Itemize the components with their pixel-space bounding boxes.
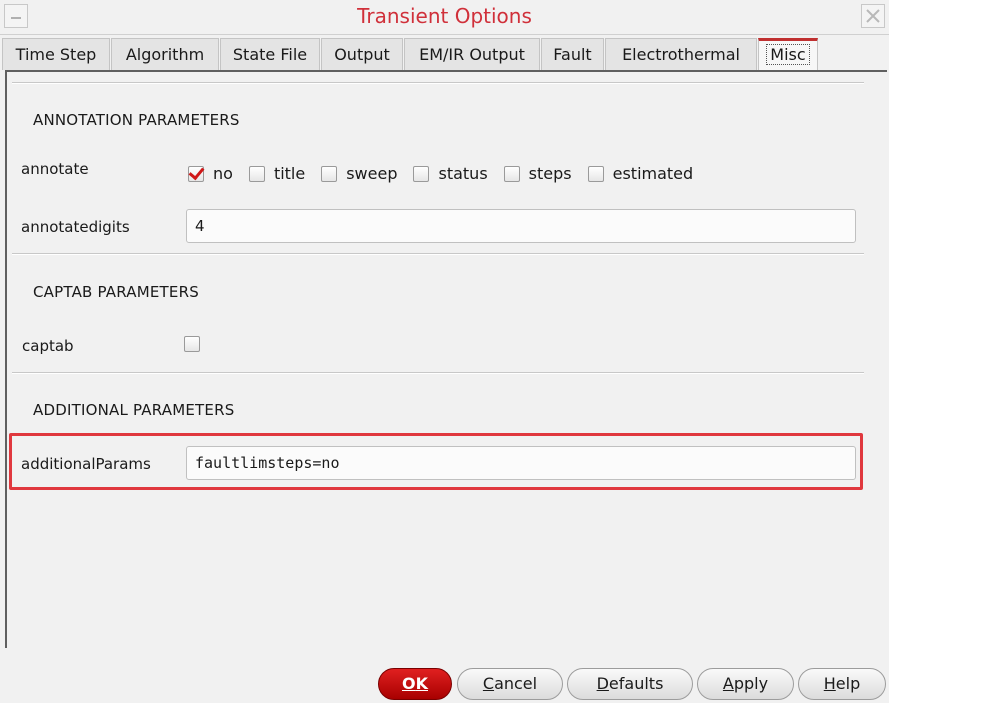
help-button[interactable]: Help	[798, 668, 886, 700]
annotate-options: no title sweep status steps estimated	[188, 164, 709, 183]
apply-button[interactable]: Apply	[697, 668, 794, 700]
annotate-status-label: status	[438, 164, 488, 183]
apply-label-rest: pply	[733, 674, 769, 693]
annotate-title-label: title	[273, 164, 306, 183]
ok-button[interactable]: OK	[378, 668, 452, 700]
captab-label: captab	[22, 337, 74, 355]
tab-electrothermal[interactable]: Electrothermal	[605, 38, 757, 70]
annotatedigits-input[interactable]: 4	[186, 209, 856, 243]
window-title: Transient Options	[357, 4, 532, 28]
annotate-no-checkbox[interactable]	[188, 165, 204, 182]
annotate-no-label: no	[213, 164, 233, 183]
captab-section-title: CAPTAB PARAMETERS	[33, 283, 199, 301]
annotate-steps-label: steps	[528, 164, 572, 183]
tab-state-file[interactable]: State File	[220, 38, 320, 70]
annotate-estimated-label: estimated	[612, 164, 694, 183]
close-icon	[866, 9, 880, 23]
annotate-sweep-checkbox[interactable]	[321, 165, 338, 182]
cancel-label-rest: ancel	[494, 674, 538, 693]
apply-mnemonic: A	[722, 674, 734, 693]
defaults-mnemonic: D	[596, 674, 609, 693]
annotatedigits-label: annotatedigits	[21, 218, 130, 236]
annotate-sweep-label: sweep	[346, 164, 398, 183]
tab-fault[interactable]: Fault	[541, 38, 604, 70]
tab-bar: Time Step Algorithm State File Output EM…	[0, 38, 889, 71]
additional-params-label: additionalParams	[21, 455, 151, 473]
additional-section-title: ADDITIONAL PARAMETERS	[33, 401, 235, 419]
annotate-status-checkbox[interactable]	[413, 165, 430, 182]
defaults-button[interactable]: Defaults	[567, 668, 693, 700]
cancel-button[interactable]: Cancel	[457, 668, 563, 700]
annotate-estimated-checkbox[interactable]	[587, 165, 604, 182]
transient-options-dialog: Transient Options Time Step Algorithm St…	[0, 0, 889, 703]
tab-em-ir-output[interactable]: EM/IR Output	[404, 38, 540, 70]
tab-output[interactable]: Output	[321, 38, 403, 70]
ok-mnemonic: O	[401, 674, 416, 693]
help-mnemonic: H	[823, 674, 836, 693]
separator	[12, 82, 864, 84]
annotate-label: annotate	[21, 160, 89, 178]
misc-panel	[5, 70, 887, 648]
additional-params-input[interactable]: faultlimsteps=no	[186, 446, 856, 480]
captab-checkbox[interactable]	[184, 336, 200, 352]
separator	[12, 253, 864, 255]
cancel-mnemonic: C	[482, 674, 495, 693]
separator	[12, 372, 864, 374]
title-bar: Transient Options	[0, 0, 889, 35]
annotate-title-checkbox[interactable]	[248, 165, 265, 182]
tab-misc-label: Misc	[766, 44, 810, 65]
tab-misc[interactable]: Misc	[758, 38, 818, 70]
tab-time-step[interactable]: Time Step	[2, 38, 110, 70]
tab-algorithm[interactable]: Algorithm	[111, 38, 219, 70]
annotate-steps-checkbox[interactable]	[503, 165, 520, 182]
annotation-section-title: ANNOTATION PARAMETERS	[33, 111, 240, 129]
defaults-label-rest: efaults	[608, 674, 664, 693]
help-label-rest: elp	[835, 674, 861, 693]
ok-label-rest: K	[415, 674, 428, 693]
close-button[interactable]	[861, 4, 885, 28]
